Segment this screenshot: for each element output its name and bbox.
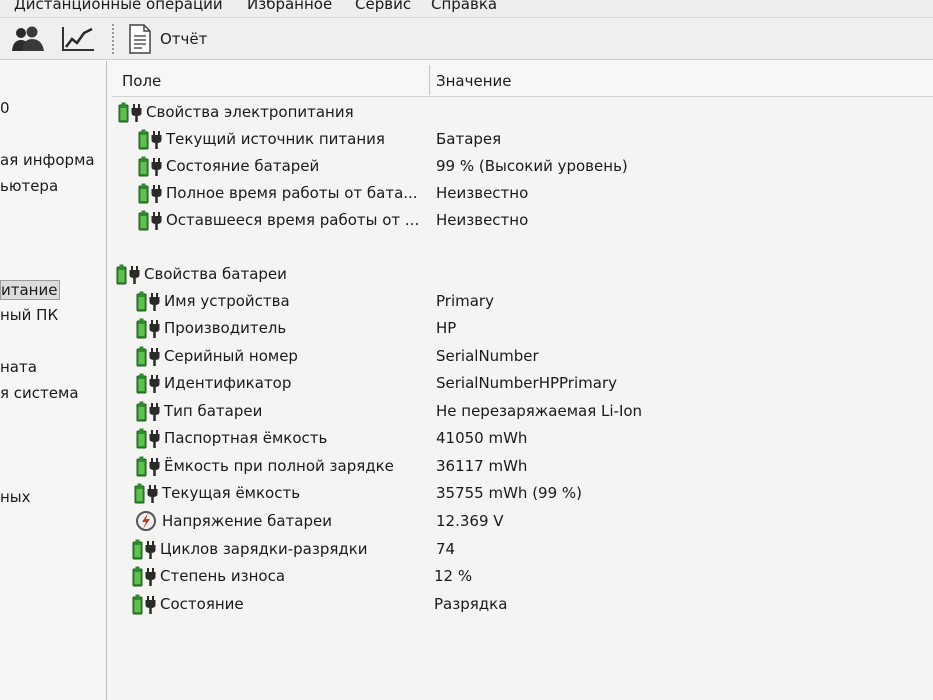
section-title: Свойства электропитания bbox=[146, 103, 354, 121]
field-value: 12.369 V bbox=[436, 512, 504, 530]
toolbar-separator bbox=[112, 24, 114, 54]
battery-row[interactable]: Имя устройства bbox=[136, 288, 290, 314]
lightning-circle-icon bbox=[134, 510, 160, 532]
battery-row[interactable]: Напряжение батареи bbox=[134, 508, 332, 534]
battery-plug-icon bbox=[138, 209, 164, 231]
chart-line-icon bbox=[62, 27, 94, 51]
field-label: Степень износа bbox=[160, 567, 286, 585]
field-value: SerialNumberHPPrimary bbox=[436, 374, 617, 392]
field-value: SerialNumber bbox=[436, 347, 539, 365]
field-value: Primary bbox=[436, 292, 494, 310]
battery-plug-icon bbox=[136, 427, 162, 449]
field-value: 41050 mWh bbox=[436, 429, 528, 447]
column-divider[interactable] bbox=[429, 65, 430, 95]
battery-plug-icon bbox=[132, 565, 158, 587]
field-label: Состояние батарей bbox=[166, 157, 320, 175]
battery-plug-icon bbox=[134, 482, 160, 504]
battery-plug-icon bbox=[132, 538, 158, 560]
field-label: Идентификатор bbox=[164, 374, 292, 392]
field-label: Паспортная ёмкость bbox=[164, 429, 328, 447]
field-value: Неизвестно bbox=[436, 184, 529, 202]
menu-help[interactable]: Справка bbox=[431, 0, 497, 12]
battery-row[interactable]: Идентификатор bbox=[136, 370, 291, 396]
field-value: 35755 mWh (99 %) bbox=[436, 484, 583, 502]
battery-row[interactable]: Состояние bbox=[132, 591, 244, 617]
field-value: 36117 mWh bbox=[436, 457, 528, 475]
battery-plug-icon bbox=[138, 128, 164, 150]
sidebar-item[interactable]: 0 bbox=[0, 99, 10, 117]
power-row[interactable]: Оставшееся время работы от ... bbox=[138, 207, 419, 233]
battery-row[interactable]: Циклов зарядки-разрядки bbox=[132, 536, 368, 562]
sidebar-item[interactable]: я система bbox=[0, 384, 79, 402]
power-row[interactable]: Текущий источник питания bbox=[138, 126, 385, 152]
chart-button[interactable] bbox=[60, 24, 96, 54]
report-document-icon bbox=[129, 24, 151, 54]
field-label: Тип батареи bbox=[164, 402, 263, 420]
details-panel: Поле Значение Свойства электропитания Тек… bbox=[112, 61, 933, 700]
menu-bar: Дистанционные операции Избранное Сервис … bbox=[0, 0, 933, 18]
section-power-properties[interactable]: Свойства электропитания bbox=[118, 99, 354, 125]
field-value: Не перезаряжаемая Li-Ion bbox=[436, 402, 643, 420]
users-icon bbox=[12, 26, 44, 51]
battery-row[interactable]: Текущая ёмкость bbox=[134, 480, 300, 506]
battery-row[interactable]: Тип батареи bbox=[136, 398, 262, 424]
battery-row[interactable]: Ёмкость при полной зарядке bbox=[136, 453, 394, 479]
field-label: Имя устройства bbox=[164, 292, 290, 310]
sidebar-item[interactable]: ный ПК bbox=[0, 306, 58, 324]
battery-plug-icon bbox=[136, 400, 162, 422]
field-label: Текущая ёмкость bbox=[162, 484, 301, 502]
field-label: Оставшееся время работы от ... bbox=[166, 211, 420, 229]
section-battery-properties[interactable]: Свойства батареи bbox=[116, 261, 287, 287]
field-value: 99 % (Высокий уровень) bbox=[436, 157, 628, 175]
battery-plug-icon bbox=[136, 317, 162, 339]
report-label: Отчёт bbox=[160, 30, 208, 48]
sidebar-tree[interactable]: 0 ая информа ьютера итание ный ПК ната я… bbox=[0, 61, 107, 700]
toolbar: Отчёт bbox=[0, 18, 933, 60]
battery-plug-icon bbox=[136, 455, 162, 477]
field-value: 74 bbox=[436, 540, 456, 558]
power-row[interactable]: Состояние батарей bbox=[138, 153, 319, 179]
battery-plug-icon bbox=[116, 263, 142, 285]
battery-row[interactable]: Производитель bbox=[136, 315, 286, 341]
sidebar-item[interactable]: ая информа bbox=[0, 151, 95, 169]
battery-plug-icon bbox=[136, 345, 162, 367]
power-row[interactable]: Полное время работы от бата... bbox=[138, 180, 418, 206]
field-label: Состояние bbox=[160, 595, 244, 613]
battery-plug-icon bbox=[138, 182, 164, 204]
sidebar-item[interactable]: ьютера bbox=[0, 177, 58, 195]
field-value: HP bbox=[436, 319, 457, 337]
battery-row[interactable]: Степень износа bbox=[132, 563, 285, 589]
menu-service[interactable]: Сервис bbox=[355, 0, 411, 12]
field-label: Циклов зарядки-разрядки bbox=[160, 540, 368, 558]
field-label: Производитель bbox=[164, 319, 287, 337]
battery-plug-icon bbox=[136, 290, 162, 312]
field-label: Серийный номер bbox=[164, 347, 298, 365]
field-label: Полное время работы от бата... bbox=[166, 184, 418, 202]
battery-plug-icon bbox=[118, 101, 144, 123]
battery-plug-icon bbox=[132, 593, 158, 615]
field-label: Напряжение батареи bbox=[162, 512, 332, 530]
battery-row[interactable]: Серийный номер bbox=[136, 343, 298, 369]
field-label: Текущий источник питания bbox=[166, 130, 385, 148]
battery-plug-icon bbox=[136, 372, 162, 394]
menu-remote-operations[interactable]: Дистанционные операции bbox=[14, 0, 223, 12]
field-value: Батарея bbox=[436, 130, 502, 148]
field-label: Ёмкость при полной зарядке bbox=[164, 457, 394, 475]
sidebar-item[interactable]: ных bbox=[0, 488, 31, 506]
users-button[interactable] bbox=[10, 24, 46, 54]
column-value[interactable]: Значение bbox=[436, 72, 512, 90]
battery-plug-icon bbox=[138, 155, 164, 177]
field-value: Разрядка bbox=[434, 595, 508, 613]
menu-favorites[interactable]: Избранное bbox=[247, 0, 332, 12]
column-header: Поле Значение bbox=[112, 61, 933, 97]
report-button[interactable]: Отчёт bbox=[128, 24, 207, 54]
section-title: Свойства батареи bbox=[144, 265, 287, 283]
column-field[interactable]: Поле bbox=[122, 72, 161, 90]
field-value: 12 % bbox=[434, 567, 473, 585]
sidebar-item[interactable]: ната bbox=[0, 358, 37, 376]
battery-row[interactable]: Паспортная ёмкость bbox=[136, 425, 327, 451]
sidebar-item-power-selected[interactable]: итание bbox=[0, 280, 61, 300]
field-value: Неизвестно bbox=[436, 211, 529, 229]
